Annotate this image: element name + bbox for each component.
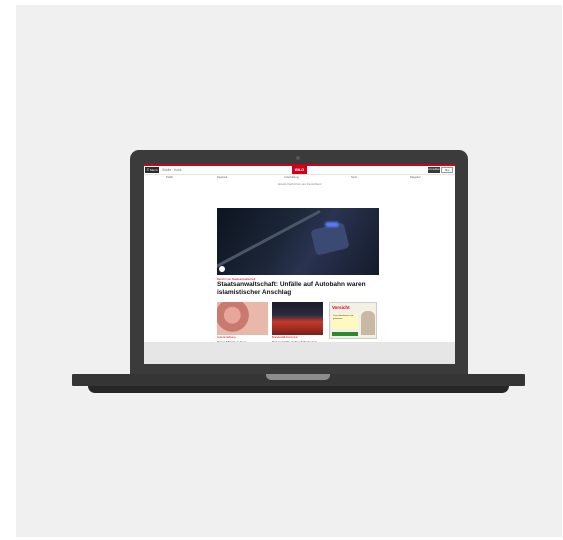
site-logo[interactable]: BILD	[292, 166, 307, 174]
hero-headline[interactable]: Staatsanwaltschaft: Unfälle auf Autobahn…	[217, 281, 377, 297]
police-car	[310, 222, 350, 256]
section-link[interactable]: Politik	[166, 175, 173, 180]
laptop-screen: ☰ Menü Städte · Hubs BILD Anmelden Abo P…	[144, 164, 455, 364]
road-line	[217, 210, 321, 269]
menu-button[interactable]: ☰ Menü	[145, 167, 159, 173]
section-link[interactable]: Regional	[217, 175, 227, 180]
ad-title: Vorsicht	[332, 305, 350, 310]
teaser-kicker[interactable]: Gute Ernährung	[217, 336, 235, 339]
camera-icon	[219, 266, 225, 272]
laptop-base-shadow	[88, 386, 509, 393]
subscribe-button[interactable]: Abo	[441, 167, 453, 173]
ad-footer-bar	[332, 332, 358, 336]
teaser-kicker[interactable]: Brandunfall-Dortmund	[272, 336, 297, 339]
section-link[interactable]: Ratgeber	[410, 175, 421, 180]
nav-links[interactable]: Städte · Hubs	[162, 167, 182, 173]
teaser-image[interactable]	[217, 302, 268, 335]
section-link[interactable]: Sport	[351, 175, 357, 180]
tagline: Aktuelle Nachrichten aus Deutschland	[277, 183, 322, 186]
section-nav: Politik Regional Unterhaltung Sport Ratg…	[144, 175, 455, 180]
webcam-icon	[296, 156, 300, 160]
screen-footer-area	[144, 342, 455, 364]
ad-text: Jetzt teilnehmen und gewinnen	[332, 314, 358, 329]
laptop-notch	[266, 374, 330, 380]
ad-person-image	[361, 311, 375, 335]
section-link[interactable]: Unterhaltung	[284, 175, 299, 180]
login-button[interactable]: Anmelden	[428, 167, 440, 173]
blue-light	[325, 222, 339, 227]
site-header: ☰ Menü Städte · Hubs BILD Anmelden Abo	[144, 166, 455, 175]
teaser-image[interactable]	[272, 302, 323, 335]
hero-image[interactable]	[217, 208, 379, 275]
advertisement[interactable]: Vorsicht Jetzt teilnehmen und gewinnen	[329, 302, 377, 339]
